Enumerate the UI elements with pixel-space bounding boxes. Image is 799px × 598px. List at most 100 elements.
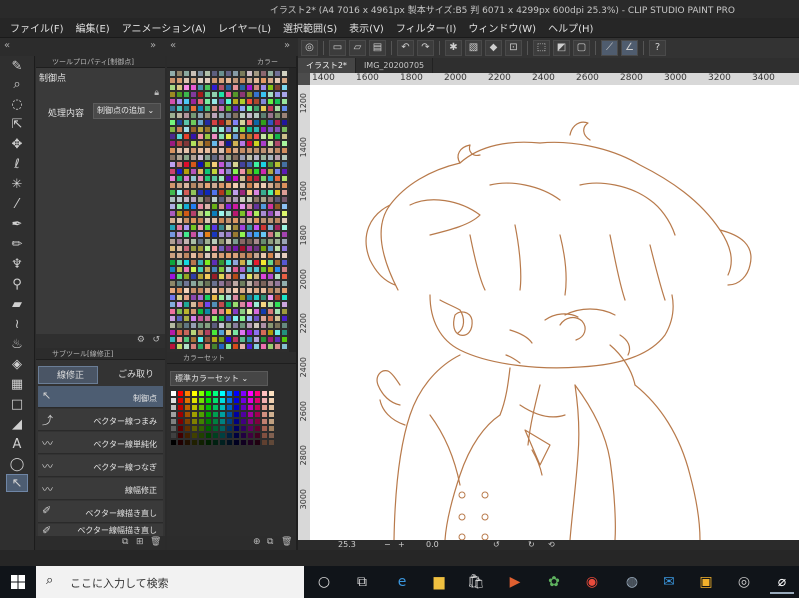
selection-border-icon[interactable]: ▢ [573, 40, 590, 56]
menu-window[interactable]: ウィンドウ(W) [468, 20, 536, 35]
move-layer-icon[interactable]: ⇱ [6, 116, 28, 134]
subtool-line-width[interactable]: 〰 線幅修正 [38, 478, 163, 500]
clip-studio-app-icon[interactable]: ▣ [694, 570, 718, 594]
menu-view[interactable]: 表示(V) [349, 20, 384, 35]
pencil-icon[interactable]: ✏ [6, 236, 28, 254]
process-select[interactable]: 制御点の追加 ⌄ [93, 103, 161, 119]
help-icon[interactable]: ? [649, 40, 666, 56]
subtool-vector-connect[interactable]: 〰 ベクター線つなぎ [38, 455, 163, 477]
palette-scrollbar[interactable] [289, 68, 296, 352]
wand-icon[interactable]: ✳ [6, 176, 28, 194]
task-view-icon[interactable]: ⧉ [350, 570, 374, 594]
zoom-marquee-icon[interactable]: ◌ [6, 96, 28, 114]
color-swatch-grid[interactable] [169, 70, 288, 350]
undo-icon[interactable]: ↶ [397, 40, 414, 56]
new-icon[interactable]: ▭ [329, 40, 346, 56]
menu-filter[interactable]: フィルター(I) [396, 20, 457, 35]
collapse-right-icon-2[interactable]: » [284, 40, 290, 51]
replace-color-icon[interactable]: ⧉ [267, 537, 273, 547]
tab-img[interactable]: IMG_20200705 [356, 58, 434, 73]
subtool-control-point[interactable]: ↖ 制御点 [38, 386, 163, 408]
collapse-right-icon[interactable]: » [150, 40, 156, 51]
menu-file[interactable]: ファイル(F) [10, 20, 64, 35]
tab-dust-remove[interactable]: ごみ取り [100, 366, 162, 384]
zoom-minus-icon[interactable]: − [384, 540, 391, 549]
app-icon[interactable]: ✿ [542, 570, 566, 594]
copy-icon[interactable]: ⧉ [122, 537, 128, 547]
search-icon[interactable]: ⌕ [6, 76, 28, 94]
canvas-paper[interactable] [310, 85, 799, 540]
snap-special-icon[interactable]: ∠ [621, 40, 638, 56]
fill-icon[interactable]: ◈ [6, 356, 28, 374]
zoom-readout[interactable]: 25.3 [338, 540, 356, 549]
invert-selection-icon[interactable]: ◩ [553, 40, 570, 56]
text-icon[interactable]: A [6, 436, 28, 454]
save-icon[interactable]: ▤ [369, 40, 386, 56]
vertical-ruler: 1200 1400 1600 1800 2000 2200 2400 2600 2800 3000 [298, 85, 310, 540]
edge-icon[interactable]: e [390, 570, 414, 594]
pen-tool-icon[interactable]: ✒ [6, 216, 28, 234]
color-set-select[interactable]: 標準カラーセット ⌄ [170, 371, 268, 386]
lock-icon[interactable]: 🔒︎ [154, 88, 159, 98]
rotate-left-icon[interactable]: ↺ [493, 540, 500, 549]
chrome-icon[interactable]: ◉ [580, 570, 604, 594]
transform-icon[interactable]: ⊡ [505, 40, 522, 56]
balloon-icon[interactable]: ◯ [6, 456, 28, 474]
fill-selection-icon[interactable]: ◆ [485, 40, 502, 56]
trash-icon-2[interactable]: 🗑︎ [281, 537, 292, 547]
subtool-vector-simplify[interactable]: 〰 ベクター線単純化 [38, 432, 163, 454]
brush-icon[interactable]: ♆ [6, 256, 28, 274]
collapse-left-icon-2[interactable]: « [170, 40, 176, 51]
control-point-icon[interactable]: ↖ [6, 474, 28, 492]
deselect-icon[interactable]: ⬚ [533, 40, 550, 56]
zoom-plus-icon[interactable]: + [398, 540, 405, 549]
trash-icon[interactable]: 🗑︎ [150, 537, 161, 547]
pen-icon[interactable]: ✎ [6, 58, 28, 76]
subtool-vector-redraw[interactable]: ✐ ベクター線描き直し [38, 501, 163, 523]
photo-app-icon[interactable]: ◍ [620, 570, 644, 594]
menu-animation[interactable]: アニメーション(A) [122, 20, 206, 35]
windows-start-icon[interactable] [0, 566, 36, 598]
add-color-icon[interactable]: ⊕ [253, 537, 261, 547]
wrench-icon[interactable]: ⚙ [137, 335, 145, 345]
airbrush-icon[interactable]: ⚲ [6, 276, 28, 294]
frame-icon[interactable]: ◢ [6, 416, 28, 434]
eyedropper-icon[interactable]: ⁄ [6, 196, 28, 214]
color-set-grid[interactable] [170, 390, 288, 446]
figure-icon[interactable]: □ [6, 396, 28, 414]
reset-rotation-icon[interactable]: ⟲ [548, 540, 555, 549]
menu-selection[interactable]: 選択範囲(S) [283, 20, 337, 35]
clear-icon[interactable]: ▧ [465, 40, 482, 56]
rotation-readout[interactable]: 0.0 [426, 540, 439, 549]
tab-illust2[interactable]: イラスト2* [298, 58, 356, 73]
taskbar-search-box[interactable]: ⌕ ここに入力して検索 [36, 566, 304, 598]
loading-icon[interactable]: ✱ [445, 40, 462, 56]
new-subtool-icon[interactable]: ⊞ [136, 537, 144, 547]
file-explorer-icon[interactable]: ▆ [427, 570, 451, 594]
water-icon[interactable]: ♨ [6, 336, 28, 354]
move-icon[interactable]: ✥ [6, 136, 28, 154]
menu-edit[interactable]: 編集(E) [76, 20, 110, 35]
reset-icon[interactable]: ↺ [152, 335, 160, 345]
clip-studio-launcher-icon[interactable]: ◎ [732, 570, 756, 594]
store-icon[interactable]: 🛍︎ [464, 570, 488, 594]
eraser-icon[interactable]: ▰ [6, 296, 28, 314]
sub-tool-header: サブツール[線修正] [36, 348, 165, 360]
menu-layer[interactable]: レイヤー(L) [218, 20, 271, 35]
cortana-icon[interactable]: ○ [312, 570, 336, 594]
tab-line-correct[interactable]: 線修正 [38, 366, 98, 384]
gradient-icon[interactable]: ▦ [6, 376, 28, 394]
mail-icon[interactable]: ✉ [657, 570, 681, 594]
media-player-icon[interactable]: ▶ [503, 570, 527, 594]
rotate-right-icon[interactable]: ↻ [528, 540, 535, 549]
menu-help[interactable]: ヘルプ(H) [548, 20, 593, 35]
blend-icon[interactable]: ≀ [6, 316, 28, 334]
redo-icon[interactable]: ↷ [417, 40, 434, 56]
snap-ruler-icon[interactable]: ⟋ [601, 40, 618, 56]
open-icon[interactable]: ▱ [349, 40, 366, 56]
collapse-left-icon[interactable]: « [4, 40, 10, 51]
lasso-icon[interactable]: ℓ [6, 156, 28, 174]
subtool-vector-pinch[interactable]: ⤴ ベクター線つまみ [38, 409, 163, 431]
clip-studio-paint-icon[interactable]: ⌀ [770, 570, 794, 594]
clip-studio-icon[interactable]: ◎ [301, 40, 318, 56]
